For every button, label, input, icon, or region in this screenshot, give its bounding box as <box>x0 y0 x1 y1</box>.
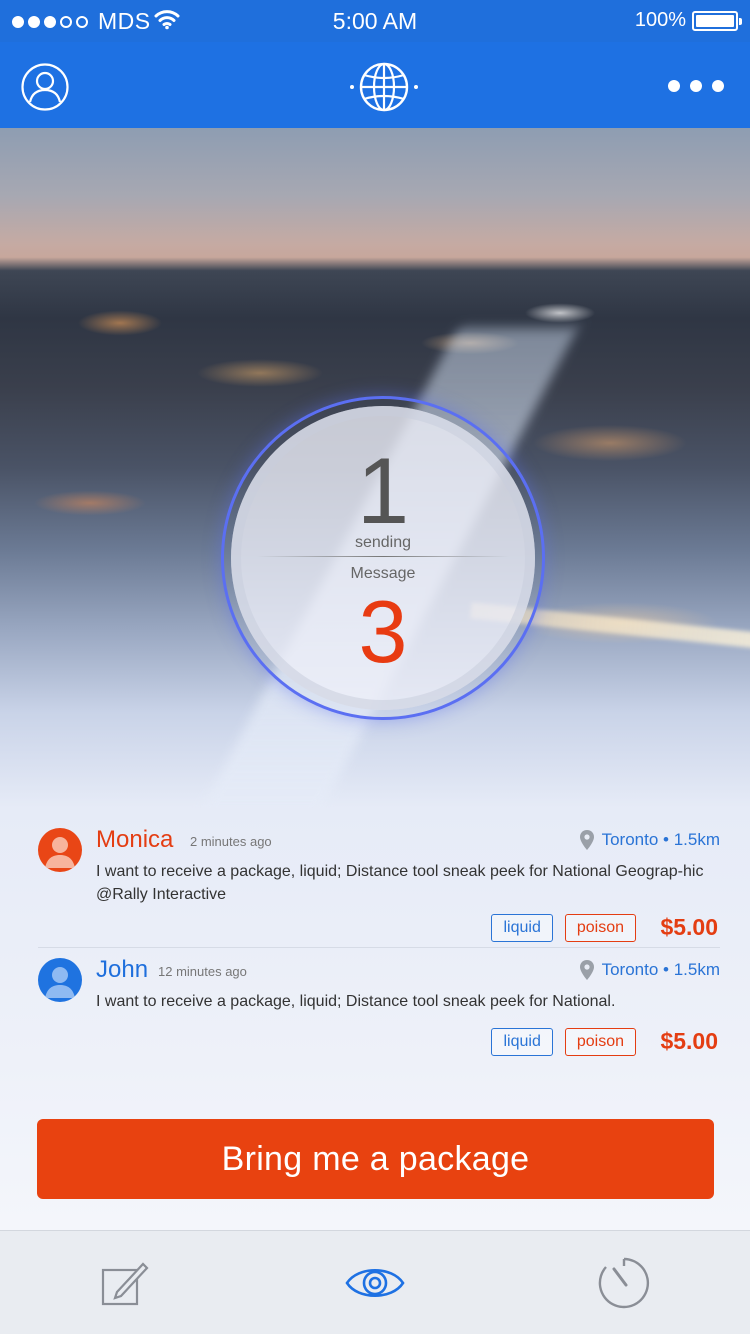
request-text: I want to receive a package, liquid; Dis… <box>96 863 704 903</box>
tag-poison[interactable]: poison <box>564 914 636 942</box>
nav-bar <box>0 42 750 128</box>
location-text: Toronto • 1.5km <box>601 830 720 849</box>
feed-item[interactable]: Monica 2 minutes ago Toronto • 1.5km I w… <box>38 826 720 948</box>
location-pin-icon <box>579 960 594 980</box>
avatar[interactable] <box>38 958 82 1002</box>
hero-city-image: 1 sending Message 3 <box>0 128 750 808</box>
price: $5.00 <box>660 1028 718 1054</box>
profile-icon[interactable] <box>20 62 70 112</box>
request-text: I want to receive a package, liquid; Dis… <box>96 993 616 1010</box>
battery-icon <box>692 11 742 31</box>
avatar[interactable] <box>38 828 82 872</box>
feed-item[interactable]: John 12 minutes ago Toronto • 1.5km I wa… <box>38 956 720 1060</box>
price: $5.00 <box>660 914 718 940</box>
tag-liquid[interactable]: liquid <box>491 1028 553 1056</box>
tag-liquid[interactable]: liquid <box>491 914 553 942</box>
tab-compose[interactable] <box>94 1255 154 1311</box>
eye-icon <box>345 1269 405 1297</box>
counter-circle[interactable]: 1 sending Message 3 <box>231 406 535 710</box>
globe-icon[interactable] <box>348 60 420 114</box>
tags: liquid poison <box>491 914 636 942</box>
compose-icon <box>101 1262 149 1306</box>
location[interactable]: Toronto • 1.5km <box>579 960 720 980</box>
location-text: Toronto • 1.5km <box>601 960 720 979</box>
location[interactable]: Toronto • 1.5km <box>579 830 720 850</box>
tab-bar <box>0 1230 750 1334</box>
sending-count: 1 <box>356 438 410 543</box>
tab-timer[interactable] <box>594 1255 654 1311</box>
message-label: Message <box>350 565 416 582</box>
timer-icon <box>598 1257 650 1309</box>
tag-poison[interactable]: poison <box>564 1028 636 1056</box>
message-count: 3 <box>358 582 408 681</box>
sending-label: sending <box>354 534 412 551</box>
bring-package-button[interactable]: Bring me a package <box>37 1119 714 1199</box>
time-ago: 2 minutes ago <box>190 834 272 849</box>
sender-name[interactable]: Monica <box>96 826 173 854</box>
counter-divider <box>257 556 509 557</box>
sender-name[interactable]: John <box>96 956 148 984</box>
tags: liquid poison <box>491 1028 636 1056</box>
status-bar: MDS 5:00 AM 100% <box>0 0 750 42</box>
more-icon[interactable] <box>668 80 724 92</box>
time-ago: 12 minutes ago <box>158 964 247 979</box>
battery-percentage: 100% <box>634 9 686 31</box>
tab-watch[interactable] <box>340 1255 410 1311</box>
location-pin-icon <box>579 830 594 850</box>
